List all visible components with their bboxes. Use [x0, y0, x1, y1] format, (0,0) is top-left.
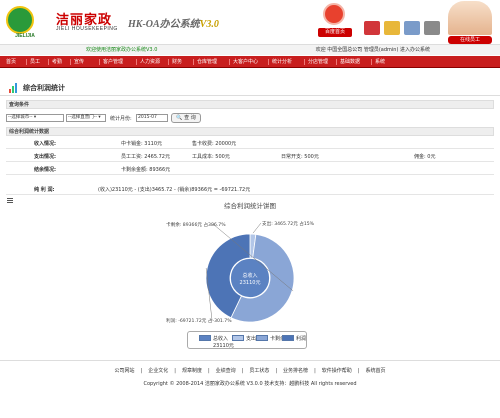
footer-separator: |: [314, 368, 316, 374]
pie-data-label: 利润: -69721.72元 占-301.7%: [166, 317, 232, 324]
footer-separator: |: [275, 368, 278, 374]
pie-center-label: 总收入: [242, 272, 257, 279]
nav-item[interactable]: 人力资源: [140, 56, 160, 68]
pie-slice-profit[interactable]: [205, 233, 251, 319]
nav-separator: [193, 59, 194, 65]
month-label: 统计月份:: [110, 116, 132, 122]
balance-row: 结余情况: 卡剩余金额: 89366元: [6, 163, 494, 175]
footer-link[interactable]: 公司网站: [115, 368, 135, 374]
nav-item[interactable]: 仓库管理: [197, 56, 217, 68]
nav-item[interactable]: 统计分析: [272, 56, 292, 68]
city-select[interactable]: --选择城市-- ▾: [6, 114, 64, 122]
company-logo: [6, 6, 34, 34]
footer-link[interactable]: 业务排名榜: [283, 368, 308, 374]
nav-item[interactable]: 分店管理: [308, 56, 328, 68]
page-title: 综合利润统计: [23, 84, 65, 92]
user-welcome: 欢迎 中国全国总公司 管理员(admin) 进入办公系统: [315, 47, 430, 53]
nav-separator: [268, 59, 269, 65]
pie-data-label: 支出: 3465.72元 占15%: [262, 220, 315, 227]
expense-row: 支出情况: 员工工资: 2465.72元 工具成本: 500元 日常开支: 50…: [6, 150, 494, 162]
pie-slice-card[interactable]: [230, 233, 295, 323]
mail-icon[interactable]: [384, 21, 400, 35]
chart-title: 综合利润统计饼图: [224, 202, 276, 210]
footer-link[interactable]: 业绩查询: [216, 368, 236, 374]
footer-separator: |: [241, 368, 244, 374]
footer: 公司网站 | 企业文化 | 规章制度 | 业绩查询 | 员工状态 | 业务排名榜 | 软件操作帮助 | 系统…: [0, 360, 500, 418]
legend-item[interactable]: 利润: [282, 335, 306, 342]
nav-separator: [229, 59, 230, 65]
calendar-icon[interactable]: [364, 21, 380, 35]
nav-item[interactable]: 宣传: [74, 56, 84, 68]
chart-legend: 总收入 支出 卡剩余 利润 23110元: [187, 331, 307, 349]
logo-subtitle: JIELIJIA: [15, 33, 35, 39]
nav-separator: [336, 59, 337, 65]
nav-item[interactable]: 考勤: [52, 56, 62, 68]
pie-slice-expense[interactable]: [249, 233, 257, 259]
nav-separator: [371, 59, 372, 65]
nav-separator: [168, 59, 169, 65]
logout-icon[interactable]: [424, 21, 440, 35]
legend-value: 23110元: [213, 343, 234, 349]
copyright: Copyright © 2008-2014 洁丽家政办公系统 V3.0.0 技术…: [143, 381, 357, 387]
search-icon: 🔍: [176, 115, 183, 121]
pie-slice-income[interactable]: [230, 258, 270, 298]
nav-item[interactable]: 员工: [30, 56, 40, 68]
pie-leader-line: [252, 222, 262, 234]
stats-section-label: 综合利润统计数据: [6, 127, 494, 136]
online-staff-button[interactable]: 在线员工: [448, 36, 492, 44]
home-link[interactable]: 百度首页: [318, 28, 352, 37]
legend-item[interactable]: 总收入: [199, 335, 228, 342]
nav-item[interactable]: 大客户中心: [233, 56, 258, 68]
footer-separator: |: [357, 368, 360, 374]
pie-leader-line: [205, 268, 213, 321]
pie-data-label: 卡剩余: 89366元 占386.7%: [166, 221, 226, 228]
store-select[interactable]: --选择直营门-- ▾: [66, 114, 106, 122]
page-header: 综合利润统计: [0, 80, 500, 96]
nav-item[interactable]: 系统: [375, 56, 385, 68]
nav-item[interactable]: 财务: [172, 56, 182, 68]
query-conditions-label: 查询条件: [6, 100, 494, 109]
footer-separator: |: [140, 368, 143, 374]
footer-link[interactable]: 系统首页: [365, 368, 385, 374]
brand-name-en: JIELI HOUSEKEEPING: [56, 26, 118, 32]
home-icon[interactable]: [323, 3, 345, 25]
nav-separator: [99, 59, 100, 65]
footer-separator: |: [207, 368, 210, 374]
menu-icon[interactable]: [7, 198, 13, 203]
footer-link[interactable]: 员工状态: [249, 368, 269, 374]
footer-link[interactable]: 软件操作帮助: [322, 368, 352, 374]
service-person-image: [448, 1, 492, 35]
month-input[interactable]: 2015-07: [136, 114, 168, 122]
pie-leader-line: [212, 223, 294, 292]
legend-item[interactable]: 支出: [232, 335, 256, 342]
chart-bars-icon: [9, 83, 19, 93]
query-button[interactable]: 🔍 查 询: [171, 113, 201, 123]
income-row: 收入情况: 中卡销金: 3110元 售卡收费: 20000元: [6, 137, 494, 149]
profit-row: 纯 利 润: (收入)23110元 - (支出)3465.72 - (销余)89…: [6, 183, 494, 195]
nav-separator: [70, 59, 71, 65]
nav-separator: [136, 59, 137, 65]
welcome-text: 欢迎使用洁丽家政办公系统V3.0: [86, 47, 158, 53]
main-nav: 首页 员工 考勤 宣传 客户管理 人力资源 财务 仓库管理 大客户中心 统计分析 分店管理 基础数据 系…: [0, 56, 500, 68]
footer-link[interactable]: 企业文化: [148, 368, 168, 374]
nav-separator: [26, 59, 27, 65]
footer-link[interactable]: 规章制度: [182, 368, 202, 374]
system-name: HK-OA办公系统V3.0: [128, 19, 219, 30]
footer-links: 公司网站 | 企业文化 | 规章制度 | 业绩查询 | 员工状态 | 业务排名榜 | 软件操作帮助 | 系统…: [0, 367, 500, 374]
nav-item[interactable]: 首页: [6, 56, 16, 68]
nav-separator: [304, 59, 305, 65]
welcome-bar: 欢迎使用洁丽家政办公系统V3.0 欢迎 中国全国总公司 管理员(admin) 进…: [0, 44, 500, 55]
user-icon[interactable]: [404, 21, 420, 35]
nav-item[interactable]: 客户管理: [103, 56, 123, 68]
nav-separator: [48, 59, 49, 65]
pie-center-value: 23110元: [240, 280, 261, 286]
footer-separator: |: [174, 368, 176, 374]
nav-item[interactable]: 基础数据: [340, 56, 360, 68]
header: JIELIJIA 洁丽家政 JIELI HOUSEKEEPING HK-OA办公…: [0, 0, 500, 44]
